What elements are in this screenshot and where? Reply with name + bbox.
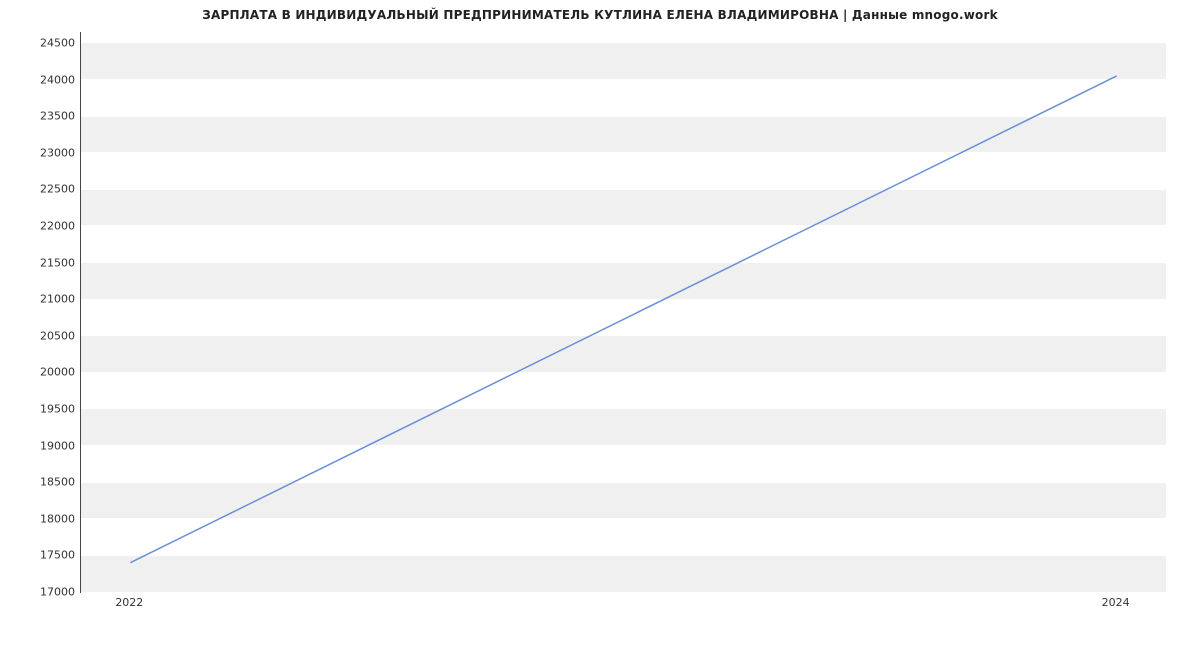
chart-container: ЗАРПЛАТА В ИНДИВИДУАЛЬНЫЙ ПРЕДПРИНИМАТЕЛ… bbox=[0, 0, 1200, 650]
y-tick-label: 24500 bbox=[30, 36, 75, 49]
plot-area bbox=[80, 32, 1166, 593]
line-series bbox=[81, 32, 1166, 592]
x-tick-label: 2022 bbox=[115, 596, 143, 609]
y-tick-label: 17500 bbox=[30, 549, 75, 562]
y-tick-label: 24000 bbox=[30, 73, 75, 86]
y-tick-label: 22000 bbox=[30, 219, 75, 232]
y-tick-label: 19500 bbox=[30, 402, 75, 415]
y-tick-label: 21500 bbox=[30, 256, 75, 269]
x-tick-label: 2024 bbox=[1102, 596, 1130, 609]
y-tick-label: 17000 bbox=[30, 586, 75, 599]
y-tick-label: 19000 bbox=[30, 439, 75, 452]
y-tick-label: 23000 bbox=[30, 146, 75, 159]
y-tick-label: 20000 bbox=[30, 366, 75, 379]
y-tick-label: 18000 bbox=[30, 512, 75, 525]
y-tick-label: 21000 bbox=[30, 293, 75, 306]
y-tick-label: 20500 bbox=[30, 329, 75, 342]
series-line bbox=[130, 76, 1116, 563]
y-tick-label: 23500 bbox=[30, 110, 75, 123]
y-tick-label: 18500 bbox=[30, 476, 75, 489]
chart-title: ЗАРПЛАТА В ИНДИВИДУАЛЬНЫЙ ПРЕДПРИНИМАТЕЛ… bbox=[0, 8, 1200, 22]
y-tick-label: 22500 bbox=[30, 183, 75, 196]
